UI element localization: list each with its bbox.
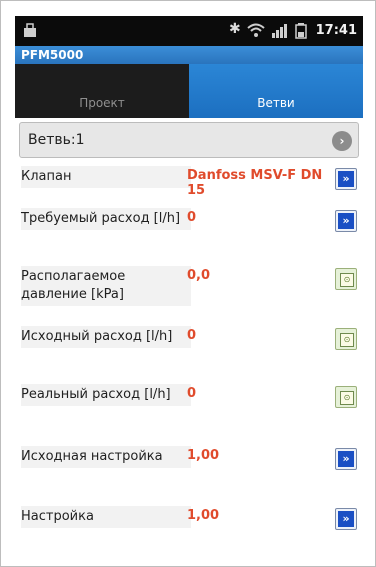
list-item-initial-setting: Исходная настройка 1,00 »	[15, 442, 363, 494]
parameter-label: Исходная настройка	[21, 446, 191, 468]
battery-icon	[295, 23, 307, 39]
parameter-label: Настройка	[21, 506, 191, 528]
chevron-right-icon[interactable]: ›	[332, 131, 352, 151]
storage-icon	[24, 23, 36, 37]
measure-initial-flow-button[interactable]: ⊙	[335, 328, 357, 350]
branch-selector[interactable]: Ветвь:1 ›	[19, 122, 359, 158]
select-valve-button[interactable]: »	[335, 168, 357, 190]
parameter-label: Клапан	[21, 166, 191, 188]
edit-initial-setting-button[interactable]: »	[335, 448, 357, 470]
list-item-initial-flow: Исходный расход [l/h] 0 ⊙	[15, 322, 363, 374]
double-arrow-right-icon: »	[338, 511, 354, 527]
parameter-label: Исходный расход [l/h]	[21, 326, 191, 348]
tab-branches[interactable]: Ветви	[189, 64, 363, 118]
calculator-icon: ⊙	[340, 333, 354, 347]
tab-project[interactable]: Проект	[15, 64, 189, 118]
parameter-value: 0	[187, 386, 197, 401]
parameter-value: 0	[187, 328, 197, 343]
calculator-icon: ⊙	[340, 273, 354, 287]
list-item-required-flow: Требуемый расход [l/h] 0 »	[15, 204, 363, 256]
status-bar: ✱ 17:41	[15, 16, 363, 46]
edit-required-flow-button[interactable]: »	[335, 210, 357, 232]
parameter-value: Danfoss MSV-F DN 15	[187, 168, 323, 198]
double-arrow-right-icon: »	[338, 171, 354, 187]
signal-strength-icon	[272, 24, 287, 38]
double-arrow-right-icon: »	[338, 451, 354, 467]
double-arrow-right-icon: »	[338, 213, 354, 229]
parameter-value: 0,0	[187, 268, 211, 283]
calculator-icon: ⊙	[340, 391, 354, 405]
tab-bar: Проект Ветви	[15, 64, 363, 118]
branch-selector-label: Ветвь:1	[28, 132, 85, 148]
device-screen: ✱ 17:41 PFM5000 Проект Ветви Ветвь:1 › К…	[15, 16, 363, 556]
list-item-real-flow: Реальный расход [l/h] 0 ⊙	[15, 380, 363, 432]
bluetooth-icon: ✱	[229, 21, 241, 37]
parameter-value: 1,00	[187, 448, 220, 463]
measure-real-flow-button[interactable]: ⊙	[335, 386, 357, 408]
parameter-label: Требуемый расход [l/h]	[21, 208, 191, 230]
app-title-bar: PFM5000	[15, 46, 363, 64]
screenshot-frame: ✱ 17:41 PFM5000 Проект Ветви Ветвь:1 › К…	[0, 0, 376, 567]
parameter-label: Реальный расход [l/h]	[21, 384, 191, 406]
parameter-value: 1,00	[187, 508, 220, 523]
wifi-icon	[247, 23, 265, 37]
list-item-setting: Настройка 1,00 »	[15, 502, 363, 554]
edit-setting-button[interactable]: »	[335, 508, 357, 530]
parameter-list: Клапан Danfoss MSV-F DN 15 » Требуемый р…	[15, 162, 363, 556]
app-title: PFM5000	[21, 48, 84, 62]
measure-pressure-button[interactable]: ⊙	[335, 268, 357, 290]
status-time: 17:41	[315, 23, 357, 38]
parameter-value: 0	[187, 210, 197, 225]
list-item-available-pressure: Располагаемое давление [kPa] 0,0 ⊙	[15, 262, 363, 314]
parameter-label: Располагаемое давление [kPa]	[21, 266, 191, 306]
